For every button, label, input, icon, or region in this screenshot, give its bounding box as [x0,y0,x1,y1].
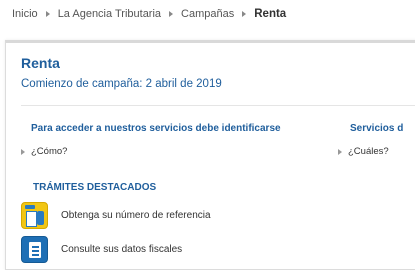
arrow-right-icon [338,148,342,155]
breadcrumb-current: Renta [254,8,287,20]
panel-title: Renta [21,55,60,71]
cuales-link-label: ¿Cuáles? [348,146,389,157]
arrow-right-icon [21,148,25,155]
como-link-label: ¿Cómo? [31,146,68,157]
tramite-label: Consulte sus datos fiscales [61,244,183,255]
breadcrumb-inicio[interactable]: Inicio [12,8,38,20]
tramite-datos-fiscales[interactable]: Consulte sus datos fiscales [21,236,182,263]
breadcrumb-campanas[interactable]: Campañas [181,8,234,20]
breadcrumb-agencia-tributaria[interactable]: La Agencia Tributaria [58,8,161,20]
renta-panel: Renta Comienzo de campaña: 2 abril de 20… [5,40,415,270]
tramite-label: Obtenga su número de referencia [61,210,211,221]
breadcrumb-separator-icon [242,11,247,17]
tramite-numero-referencia[interactable]: Obtenga su número de referencia [21,202,211,229]
mobile-reference-icon [21,202,48,229]
breadcrumb-separator-icon [169,11,174,17]
divider [21,105,415,106]
cuales-link[interactable]: ¿Cuáles? [338,146,389,157]
section-heading-identify: Para acceder a nuestros servicios debe i… [31,123,281,134]
como-link[interactable]: ¿Cómo? [21,146,67,157]
section-heading-servicios: Servicios d [350,123,404,134]
breadcrumb-separator-icon [45,11,50,17]
campaign-start-date: Comienzo de campaña: 2 abril de 2019 [21,78,222,90]
tramites-destacados-heading: TRÁMITES DESTACADOS [33,182,157,193]
tax-data-document-icon [21,236,48,263]
breadcrumb: Inicio La Agencia Tributaria Campañas Re… [0,0,415,28]
